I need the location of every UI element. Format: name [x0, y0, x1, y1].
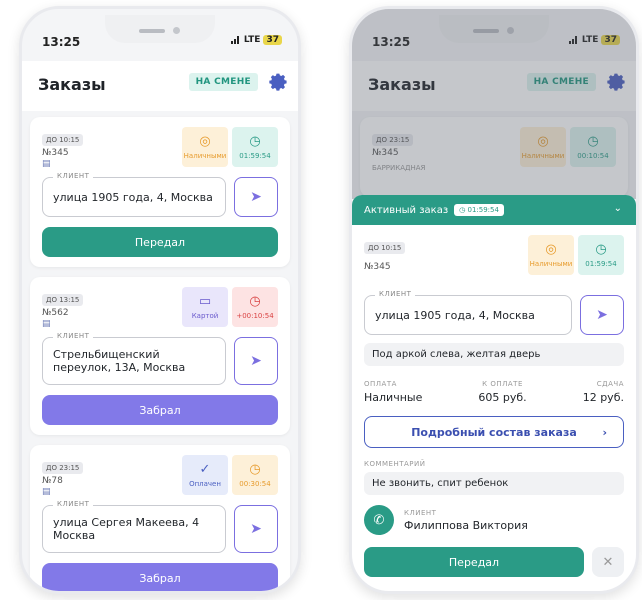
payment-badge: ◎ Наличными: [182, 127, 228, 167]
picked-up-button[interactable]: Забрал: [42, 395, 278, 425]
pay-method-value: Наличные: [364, 391, 423, 404]
status-time: 13:25: [42, 35, 81, 49]
navigate-button[interactable]: ➤: [580, 295, 624, 335]
battery-icon: 37: [263, 35, 282, 45]
due-badge: ДО 23:15: [42, 462, 84, 474]
address-value: улица 1905 года, 4, Москва: [53, 190, 213, 204]
comment-label: КОММЕНТАРИЙ: [364, 460, 426, 468]
address-label: КЛИЕНТ: [53, 500, 94, 508]
address-label: КЛИЕНТ: [53, 332, 94, 340]
page-title: Заказы: [38, 75, 106, 94]
chevron-down-icon[interactable]: ⌄: [614, 203, 622, 214]
timer-icon: ◷: [249, 134, 261, 149]
check-icon: ✓: [199, 462, 211, 477]
handed-over-button[interactable]: Передал: [42, 227, 278, 257]
due-badge: ДО 13:15: [42, 294, 84, 306]
pay-method-label: ОПЛАТА: [364, 380, 397, 388]
address-field[interactable]: КЛИЕНТ Стрельбищенский переулок, 13А, Мос…: [42, 332, 226, 385]
comment-text: Не звонить, спит ребенок: [364, 472, 624, 495]
client-row: ✆ КЛИЕНТ Филиппова Виктория: [364, 505, 624, 535]
address-label: КЛИЕНТ: [53, 172, 94, 180]
client-name: Филиппова Виктория: [404, 518, 528, 532]
payment-badge: ✓ Оплачен: [182, 455, 228, 495]
payment-label: Наличными: [183, 152, 227, 160]
phone-left: 13:25 LTE 37 Заказы НА СМЕНЕ ДО 10:15 №3…: [19, 6, 301, 594]
navigation-arrow-icon: ➤: [250, 521, 262, 537]
due-badge: ДО 10:15: [364, 242, 406, 254]
timer-label: 01:59:54: [239, 152, 271, 160]
gear-icon[interactable]: [268, 72, 288, 92]
card-icon: ▭: [198, 294, 212, 309]
to-pay-value: 605 руб.: [478, 391, 527, 404]
payment-label: Наличными: [529, 260, 573, 268]
order-card[interactable]: ДО 13:15 №562 ▤ ▭ Картой ◷ +00:10:54 КЛИЕН…: [30, 277, 290, 435]
cash-icon: ◎: [545, 242, 557, 257]
status-network: LTE 37: [230, 35, 282, 45]
payment-badge: ▭ Картой: [182, 287, 228, 327]
timer-icon: ◷: [249, 294, 261, 309]
address-field[interactable]: КЛИЕНТ улица 1905 года, 4, Москва: [364, 290, 572, 335]
payment-label: Картой: [191, 312, 219, 320]
signal-icon: [230, 36, 241, 44]
orders-list[interactable]: ДО 10:15 №345 ▤ ◎ Наличными ◷ 01:59:54 КЛИ…: [22, 111, 298, 591]
sheet-title: Активный заказ: [364, 204, 449, 216]
client-label: КЛИЕНТ: [404, 508, 437, 517]
status-bar: 13:25 LTE 37: [42, 35, 282, 51]
navigation-arrow-icon: ➤: [596, 307, 608, 323]
order-card[interactable]: ДО 10:15 №345 ▤ ◎ Наличными ◷ 01:59:54 КЛИ…: [30, 117, 290, 267]
close-icon[interactable]: ✕: [592, 547, 624, 577]
network-label: LTE: [243, 35, 261, 45]
active-order-sheet: Активный заказ ◷ 01:59:54 ⌄ ДО 10:15 №34…: [352, 195, 636, 591]
active-timer-chip: ◷ 01:59:54: [454, 204, 504, 216]
change-value: 12 руб.: [582, 391, 624, 404]
navigate-button[interactable]: ➤: [234, 177, 278, 217]
address-field[interactable]: КЛИЕНТ улица 1905 года, 4, Москва: [42, 172, 226, 217]
timer-badge: ◷ +00:10:54: [232, 287, 278, 327]
dim-overlay[interactable]: [352, 9, 636, 199]
active-timer-value: 01:59:54: [467, 206, 499, 214]
phone-call-icon[interactable]: ✆: [364, 505, 394, 535]
address-value: улица Сергея Макеева, 4 Москва: [53, 516, 200, 542]
address-label: КЛИЕНТ: [375, 290, 416, 298]
picked-up-button[interactable]: Забрал: [42, 563, 278, 591]
cash-icon: ◎: [199, 134, 211, 149]
navigate-button[interactable]: ➤: [234, 337, 278, 385]
handed-over-button[interactable]: Передал: [364, 547, 584, 577]
navigate-button[interactable]: ➤: [234, 505, 278, 553]
shift-status-badge[interactable]: НА СМЕНЕ: [188, 73, 258, 91]
timer-icon: ◷: [595, 242, 607, 257]
app-header: Заказы НА СМЕНЕ: [22, 61, 298, 111]
navigation-arrow-icon: ➤: [250, 353, 262, 369]
order-card[interactable]: ДО 23:15 №78 ▤ ✓ Оплачен ◷ 00:30:54 КЛИЕНТ…: [30, 445, 290, 591]
sheet-header[interactable]: Активный заказ ◷ 01:59:54 ⌄: [352, 195, 636, 225]
timer-badge: ◷ 00:30:54: [232, 455, 278, 495]
navigation-arrow-icon: ➤: [250, 189, 262, 205]
payment-summary: ОПЛАТА Наличные К ОПЛАТЕ 605 руб. СДАЧА 12 …: [364, 380, 624, 404]
address-value: Стрельбищенский переулок, 13А, Москва: [53, 348, 186, 374]
timer-badge: ◷ 01:59:54: [232, 127, 278, 167]
order-details-button[interactable]: Подробный состав заказа ›: [364, 416, 624, 448]
change-label: СДАЧА: [596, 380, 624, 388]
chevron-right-icon: ›: [602, 425, 607, 439]
payment-label: Оплачен: [189, 480, 221, 488]
address-note: Под аркой слева, желтая дверь: [364, 343, 624, 366]
timer-label: +00:10:54: [236, 312, 274, 320]
timer-badge: ◷ 01:59:54: [578, 235, 624, 275]
timer-icon: ◷: [249, 462, 261, 477]
timer-label: 01:59:54: [585, 260, 617, 268]
due-badge: ДО 10:15: [42, 134, 84, 146]
address-value: улица 1905 года, 4, Москва: [375, 308, 535, 322]
address-field[interactable]: КЛИЕНТ улица Сергея Макеева, 4 Москва: [42, 500, 226, 553]
timer-label: 00:30:54: [239, 480, 271, 488]
to-pay-label: К ОПЛАТЕ: [482, 380, 523, 388]
order-details-label: Подробный состав заказа: [411, 425, 577, 439]
phone-right: 13:25 LTE 37 Заказы НА СМЕНЕ ДО 23:15 №3…: [349, 6, 639, 594]
payment-badge: ◎ Наличными: [528, 235, 574, 275]
